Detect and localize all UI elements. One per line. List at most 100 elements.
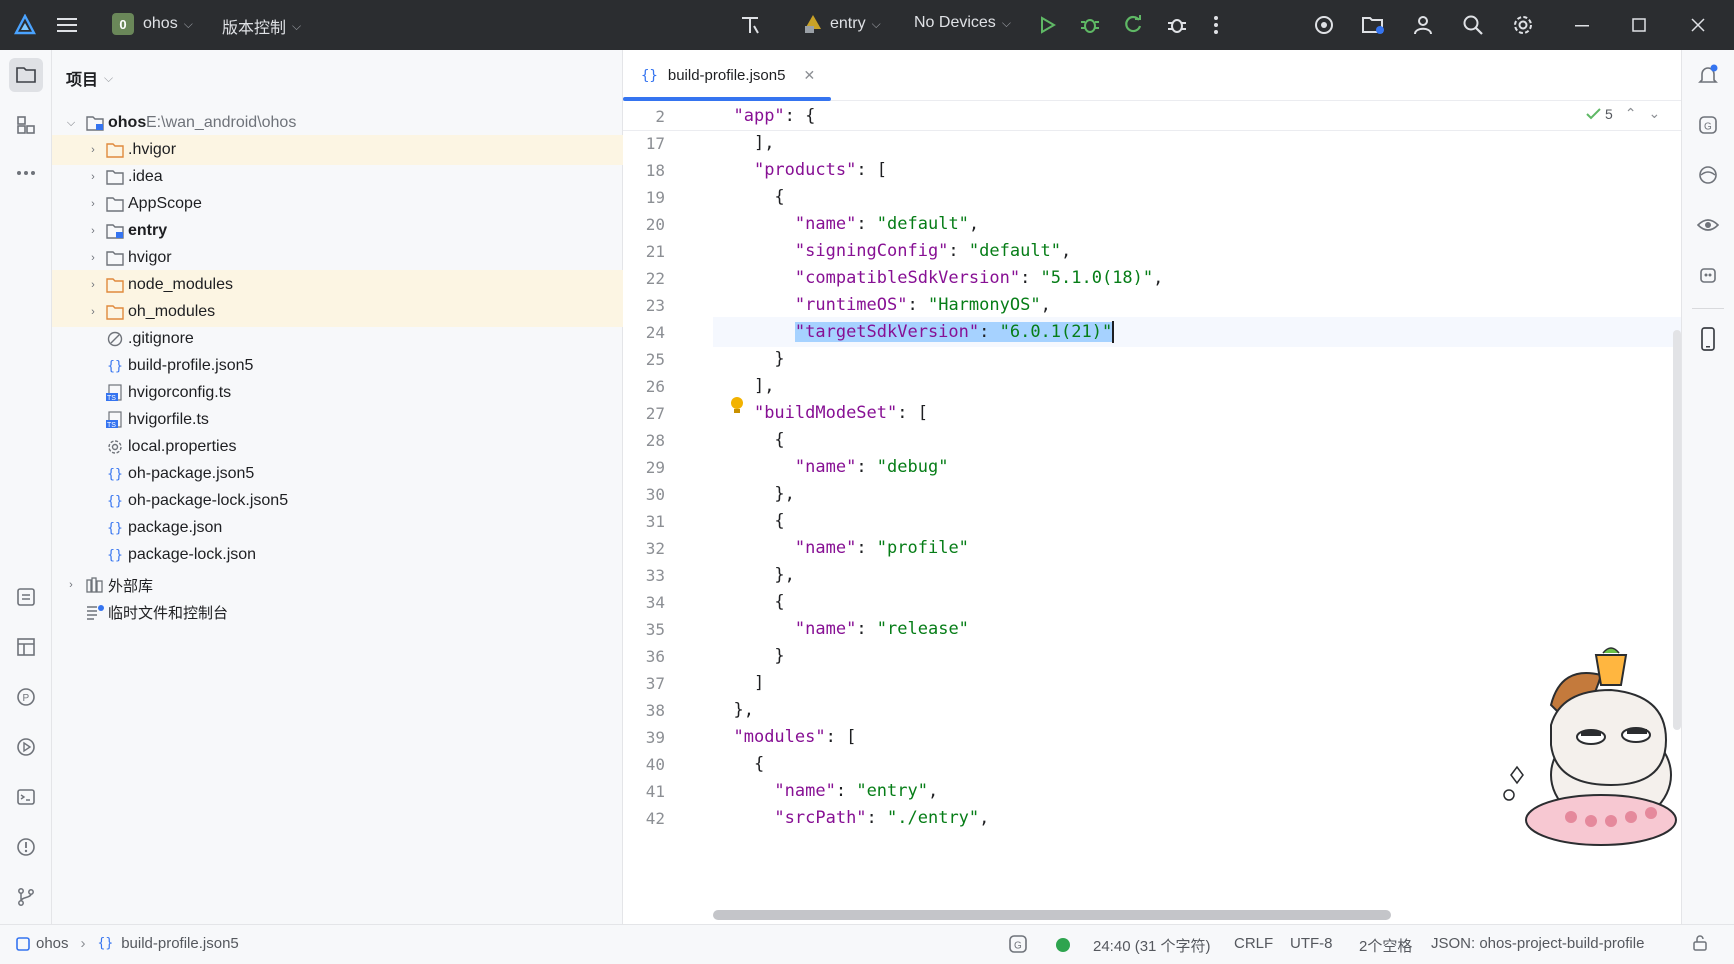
account-icon[interactable] bbox=[1406, 8, 1440, 42]
module-selector[interactable]: entry ⌵ bbox=[802, 13, 881, 35]
code-line[interactable]: "name": "profile" bbox=[713, 533, 969, 563]
tree-item[interactable]: TS hvigorfile.ts bbox=[52, 405, 623, 435]
project-folder-icon[interactable] bbox=[1356, 8, 1390, 42]
breadcrumb-project[interactable]: ohos bbox=[36, 935, 69, 952]
collapsed-arrow-icon[interactable]: › bbox=[86, 225, 100, 237]
tree-item[interactable]: {} oh-package-lock.json5 bbox=[52, 486, 623, 516]
code-line[interactable]: "name": "release" bbox=[713, 614, 969, 644]
attach-debugger-icon[interactable] bbox=[1160, 8, 1194, 42]
tree-item[interactable]: › .hvigor bbox=[52, 135, 623, 165]
code-line[interactable]: "targetSdkVersion": "6.0.1(21)" bbox=[713, 317, 1115, 347]
tree-item[interactable]: › AppScope bbox=[52, 189, 623, 219]
tab-close-icon[interactable]: ✕ bbox=[803, 67, 815, 84]
intention-bulb-icon[interactable] bbox=[729, 396, 745, 421]
tree-item[interactable]: {} build-profile.json5 bbox=[52, 351, 623, 381]
code-line[interactable]: { bbox=[713, 506, 784, 536]
structure-icon[interactable] bbox=[9, 108, 43, 142]
app-logo-icon[interactable] bbox=[8, 8, 42, 42]
tree-item[interactable]: › node_modules bbox=[52, 270, 623, 300]
code-line[interactable]: { bbox=[713, 425, 784, 455]
status-dot-icon[interactable] bbox=[1055, 937, 1071, 953]
git-branch-icon[interactable] bbox=[9, 880, 43, 914]
device-phone-icon[interactable] bbox=[1691, 322, 1725, 356]
tree-item[interactable]: {} oh-package.json5 bbox=[52, 459, 623, 489]
code-line[interactable]: "runtimeOS": "HarmonyOS", bbox=[713, 290, 1051, 320]
app-analyzer-icon[interactable] bbox=[1691, 258, 1725, 292]
code-line[interactable]: }, bbox=[713, 560, 794, 590]
code-line[interactable]: ], bbox=[713, 128, 774, 158]
device-selector[interactable]: No Devices ⌵ bbox=[914, 14, 1011, 32]
todo-list-icon[interactable] bbox=[9, 580, 43, 614]
code-line[interactable]: "modules": [ bbox=[713, 722, 856, 752]
code-line[interactable]: { bbox=[713, 587, 784, 617]
prev-highlight-icon[interactable]: ⌃ bbox=[1625, 105, 1637, 122]
ai-assistant-icon[interactable]: G bbox=[1691, 108, 1725, 142]
project-switcher[interactable]: 0 ohos ⌵ bbox=[112, 13, 193, 35]
tree-item[interactable]: › .idea bbox=[52, 162, 623, 192]
code-line[interactable]: "buildModeSet": [ bbox=[713, 398, 928, 428]
code-line[interactable]: ] bbox=[713, 668, 764, 698]
debug-icon[interactable] bbox=[1073, 8, 1107, 42]
notifications-bell-icon[interactable] bbox=[1691, 58, 1725, 92]
line-separator[interactable]: CRLF bbox=[1234, 935, 1273, 952]
tree-item[interactable]: › entry bbox=[52, 216, 623, 246]
code-line[interactable]: "srcPath": "./entry", bbox=[713, 803, 989, 833]
run-tool-icon[interactable] bbox=[9, 730, 43, 764]
sticky-scroll-line[interactable]: 2 "app": { 5 ⌃ ⌄ bbox=[623, 101, 1681, 131]
external-libraries-row[interactable]: › 外部库 bbox=[52, 570, 623, 600]
collapsed-arrow-icon[interactable]: › bbox=[86, 279, 100, 291]
code-line[interactable]: "name": "entry", bbox=[713, 776, 938, 806]
project-panel-header[interactable]: 项目 ⌵ bbox=[66, 66, 113, 90]
expand-arrow-icon[interactable]: ⌵ bbox=[64, 117, 78, 130]
code-line[interactable]: { bbox=[713, 749, 764, 779]
previewer-eye-icon[interactable] bbox=[1691, 208, 1725, 242]
collapsed-arrow-icon[interactable]: › bbox=[86, 144, 100, 156]
collapsed-arrow-icon[interactable]: › bbox=[64, 579, 78, 591]
horizontal-scrollbar[interactable] bbox=[713, 910, 1391, 920]
tree-item[interactable]: {} package.json bbox=[52, 513, 623, 543]
main-menu-icon[interactable] bbox=[50, 8, 84, 42]
file-encoding[interactable]: UTF-8 bbox=[1290, 935, 1333, 952]
next-highlight-icon[interactable]: ⌄ bbox=[1649, 105, 1661, 122]
apply-changes-icon[interactable] bbox=[1116, 8, 1150, 42]
read-only-lock-icon[interactable] bbox=[1692, 935, 1708, 951]
run-icon[interactable] bbox=[1030, 8, 1064, 42]
code-line[interactable]: { bbox=[713, 182, 784, 212]
indent-setting[interactable]: 2个空格 bbox=[1359, 935, 1412, 956]
code-line[interactable]: }, bbox=[713, 695, 753, 725]
code-line[interactable]: } bbox=[713, 344, 784, 374]
profiler-icon[interactable]: P bbox=[9, 680, 43, 714]
layout-table-icon[interactable] bbox=[9, 630, 43, 664]
tree-item[interactable]: › oh_modules bbox=[52, 297, 623, 327]
code-line[interactable]: "name": "default", bbox=[713, 209, 979, 239]
code-line[interactable]: "products": [ bbox=[713, 155, 887, 185]
tree-item[interactable]: .gitignore bbox=[52, 324, 623, 354]
vcs-menu[interactable]: 版本控制 ⌵ bbox=[222, 14, 301, 38]
project-tool-folder-icon[interactable] bbox=[9, 58, 43, 92]
more-vertical-icon[interactable] bbox=[1199, 8, 1233, 42]
collapsed-arrow-icon[interactable]: › bbox=[86, 252, 100, 264]
ai-status-icon[interactable]: G bbox=[1008, 934, 1028, 954]
tree-root-row[interactable]: ⌵ ohos E:\wan_android\ohos bbox=[52, 108, 623, 138]
tree-item[interactable]: local.properties bbox=[52, 432, 623, 462]
breadcrumb-file[interactable]: build-profile.json5 bbox=[121, 935, 239, 952]
codegenie-swirl-icon[interactable] bbox=[1691, 158, 1725, 192]
close-icon[interactable] bbox=[1681, 8, 1715, 42]
minimize-icon[interactable] bbox=[1565, 8, 1599, 42]
search-icon[interactable] bbox=[1456, 8, 1490, 42]
settings-gear-icon[interactable] bbox=[1506, 8, 1540, 42]
collapsed-arrow-icon[interactable]: › bbox=[86, 198, 100, 210]
scratches-row[interactable]: 临时文件和控制台 bbox=[52, 597, 623, 627]
cursor-position[interactable]: 24:40 (31 个字符) bbox=[1093, 935, 1211, 956]
device-manager-icon[interactable] bbox=[1307, 8, 1341, 42]
more-horizontal-icon[interactable] bbox=[9, 156, 43, 190]
terminal-icon[interactable] bbox=[9, 780, 43, 814]
tree-item[interactable]: › hvigor bbox=[52, 243, 623, 273]
json-schema[interactable]: JSON: ohos-project-build-profile bbox=[1431, 935, 1644, 952]
code-line[interactable]: } bbox=[713, 641, 784, 671]
collapsed-arrow-icon[interactable]: › bbox=[86, 306, 100, 318]
problems-icon[interactable] bbox=[9, 830, 43, 864]
code-line[interactable]: "signingConfig": "default", bbox=[713, 236, 1071, 266]
code-line[interactable]: "compatibleSdkVersion": "5.1.0(18)", bbox=[713, 263, 1164, 293]
tree-item[interactable]: {} package-lock.json bbox=[52, 540, 623, 570]
